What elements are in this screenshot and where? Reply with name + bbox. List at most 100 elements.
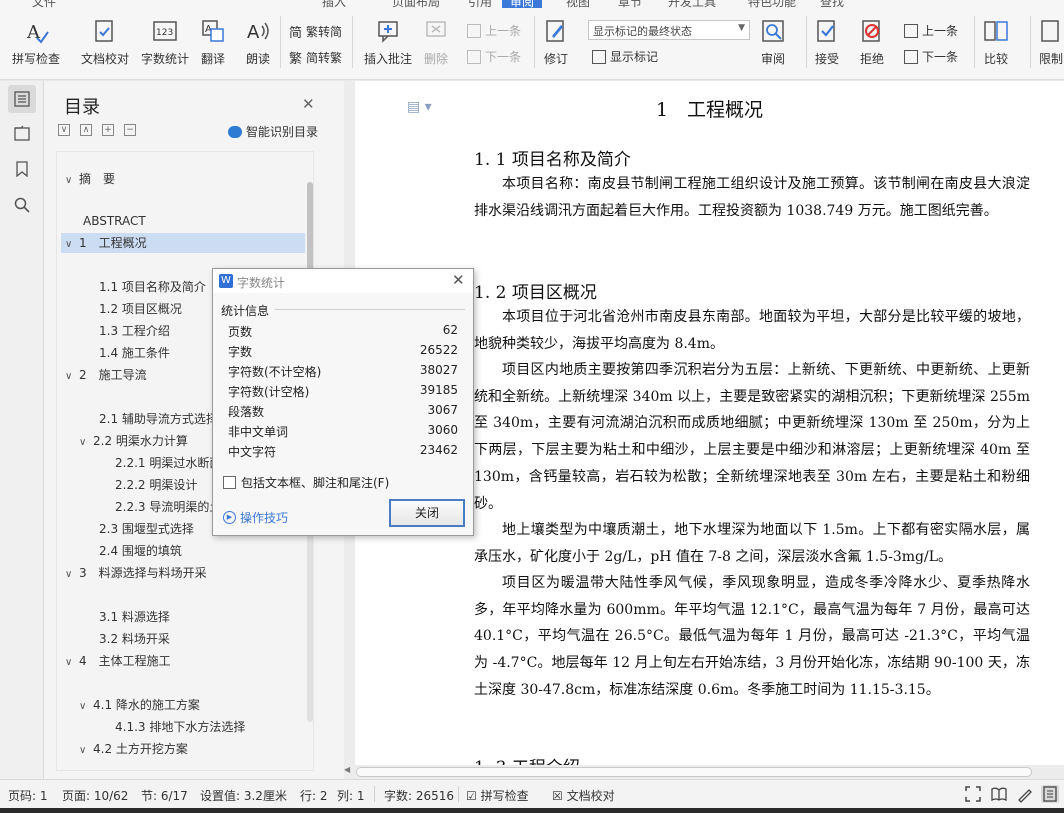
reading-mode-icon[interactable] (990, 785, 1008, 803)
paragraph: 本项目名称：南皮县节制闸工程施工组织设计及施工预算。该节制闸在南皮县大浪淀排水渠… (474, 176, 1030, 219)
reject-icon (862, 20, 880, 42)
status-section[interactable]: 节: 6/17 (141, 787, 188, 804)
status-spell-check[interactable]: ☑ 拼写检查 (466, 787, 529, 804)
toc-rail-button[interactable] (8, 85, 36, 113)
toc-item[interactable]: 2.2.2 明渠设计 (101, 475, 197, 495)
include-textbox-checkbox[interactable]: 包括文本框、脚注和尾注(F) (223, 474, 389, 491)
smart-toc-button[interactable]: 智能识别目录 (228, 123, 318, 140)
toc-item[interactable]: 3.1 料源选择 (85, 607, 170, 627)
read-aloud-button[interactable]: A 朗读 (245, 18, 271, 70)
bookmark-rail-button[interactable] (8, 155, 36, 183)
compare-button[interactable]: 比较 (983, 18, 1009, 70)
expand-all-icon[interactable]: ∧ (80, 124, 92, 136)
scroll-left-icon[interactable]: ◀ (344, 765, 350, 774)
toc-item[interactable]: 1.4 施工条件 (85, 343, 170, 363)
toc-item[interactable]: 1.2 项目区概况 (85, 299, 182, 319)
toc-item[interactable]: 4.1.3 排地下水方法选择 (101, 717, 245, 737)
toc-item[interactable]: 2.4 围堰的填筑 (85, 541, 182, 561)
status-setting[interactable]: 设置值: 3.2厘米 (200, 787, 287, 804)
status-col[interactable]: 列: 1 (337, 787, 365, 804)
toc-item[interactable]: ∨ 2 施工导流 (65, 365, 147, 385)
toc-item[interactable]: ABSTRACT (69, 211, 146, 231)
review-pane-button[interactable]: 审阅 (760, 18, 786, 70)
next-comment-button[interactable]: 下一条 (467, 48, 521, 65)
delete-comment-icon (426, 21, 446, 37)
restrict-icon (1041, 20, 1059, 42)
doc-proofread-button[interactable]: 文档校对 (81, 18, 129, 70)
tab-page-layout[interactable]: 页面布局 (392, 0, 440, 8)
tab-view[interactable]: 视图 (566, 0, 590, 8)
ribbon-separator (280, 16, 281, 68)
status-page[interactable]: 页面: 10/62 (62, 787, 128, 804)
chapter-rail-button[interactable] (8, 119, 36, 147)
status-row[interactable]: 行: 2 (300, 787, 328, 804)
word-count-button[interactable]: 123 字数统计 (141, 18, 189, 70)
tab-search[interactable]: 查找 (820, 0, 844, 8)
tab-developer[interactable]: 开发工具 (668, 0, 716, 8)
toc-item-selected[interactable]: ∨ 1 工程概况 (61, 233, 305, 253)
fullscreen-icon[interactable] (964, 785, 982, 803)
collapse-all-icon[interactable]: ∨ (58, 124, 70, 136)
accept-button[interactable]: 接受 (814, 18, 840, 70)
tab-references[interactable]: 引用 (468, 0, 492, 8)
status-proofread[interactable]: ☒ 文档校对 (552, 787, 615, 804)
toc-item[interactable]: ∨ 3 料源选择与料场开采 (65, 563, 207, 583)
prev-revision-button[interactable]: 上一条 (904, 22, 958, 39)
toc-item[interactable]: 2.1 辅助导流方式选择 (85, 409, 218, 429)
toc-item[interactable]: ∨ 摘 要 (65, 169, 115, 189)
write-mode-icon[interactable] (1016, 785, 1034, 803)
tab-review[interactable]: 审阅 (502, 0, 543, 8)
spell-check-button[interactable]: A 拼写检查 (12, 18, 60, 70)
add-heading-icon[interactable]: + (102, 124, 114, 136)
remove-heading-icon[interactable]: − (124, 124, 136, 136)
tab-insert[interactable]: 插入 (322, 0, 346, 8)
show-markup-button[interactable]: 显示标记 (592, 48, 658, 65)
chapter-icon (14, 125, 30, 141)
close-button[interactable]: 关闭 (389, 499, 465, 527)
toc-item[interactable]: 2.2.3 导流明渠的土 (101, 497, 221, 517)
page-view-icon[interactable] (1041, 785, 1059, 803)
toc-item[interactable]: ∨ 4.2 土方开挖方案 (79, 739, 188, 759)
close-icon[interactable]: ✕ (302, 95, 315, 113)
dialog-titlebar: W 字数统计 ✕ (213, 269, 473, 293)
status-word-count[interactable]: 字数: 26516 (384, 787, 454, 804)
toc-item[interactable]: 1.1 项目名称及简介 (85, 277, 206, 297)
tab-file[interactable]: 文件 (32, 0, 56, 8)
trad-to-simp-button[interactable]: 简 繁转简 (289, 22, 342, 41)
revise-button[interactable]: 修订 (543, 18, 569, 70)
close-icon[interactable]: ✕ (452, 271, 465, 289)
chapter-title: 1 工程概况 (655, 99, 764, 121)
tips-link[interactable]: ▶ 操作技巧 (223, 509, 288, 526)
toc-item[interactable]: 2.3 围堰型式选择 (85, 519, 194, 539)
accept-icon (817, 20, 835, 42)
toc-item[interactable]: ∨ 4 主体工程施工 (65, 651, 171, 671)
toc-item[interactable]: ∨ 2.2 明渠水力计算 (79, 431, 188, 451)
toc-item[interactable]: ∨ 4.1 降水的施工方案 (79, 695, 200, 715)
restrict-edit-button[interactable]: 限制 (1038, 18, 1064, 70)
ribbon-separator (806, 16, 807, 68)
checkbox-box[interactable] (223, 476, 236, 489)
insert-comment-button[interactable]: 插入批注 (364, 18, 412, 70)
horizontal-scrollbar[interactable]: ◀ (344, 765, 1064, 779)
search-rail-button[interactable] (8, 191, 36, 219)
tab-features[interactable]: 特色功能 (748, 0, 796, 8)
toc-icon (14, 91, 30, 107)
simp-to-trad-button[interactable]: 繁 简转繁 (289, 48, 342, 67)
delete-comment-button[interactable]: 删除 (423, 18, 449, 70)
toc-item[interactable]: 3.2 料场开采 (85, 629, 170, 649)
prev-comment-button[interactable]: 上一条 (467, 22, 521, 39)
translate-button[interactable]: A 翻译 (200, 18, 226, 70)
paragraph: 本项目位于河北省沧州市南皮县东南部。地面较为平坦，大部分是比较平缓的坡地，地貌种… (474, 309, 1030, 352)
tab-chapter[interactable]: 章节 (618, 0, 642, 8)
reject-button[interactable]: 拒绝 (859, 18, 885, 70)
markup-state-select[interactable]: 显示标记的最终状态 ▼ (588, 20, 750, 40)
next-revision-button[interactable]: 下一条 (904, 48, 958, 65)
section-heading: 1. 1 项目名称及简介 (474, 150, 631, 170)
toc-item[interactable]: 2.2.1 明渠过水断面 (101, 453, 221, 473)
toc-tools: ∨ ∧ + − (58, 124, 136, 136)
toc-item[interactable]: 1.3 工程介绍 (85, 321, 170, 341)
divider (374, 786, 375, 802)
scroll-thumb[interactable] (356, 767, 1032, 777)
status-page-code[interactable]: 页码: 1 (8, 787, 48, 804)
prev-revision-icon (904, 23, 918, 38)
